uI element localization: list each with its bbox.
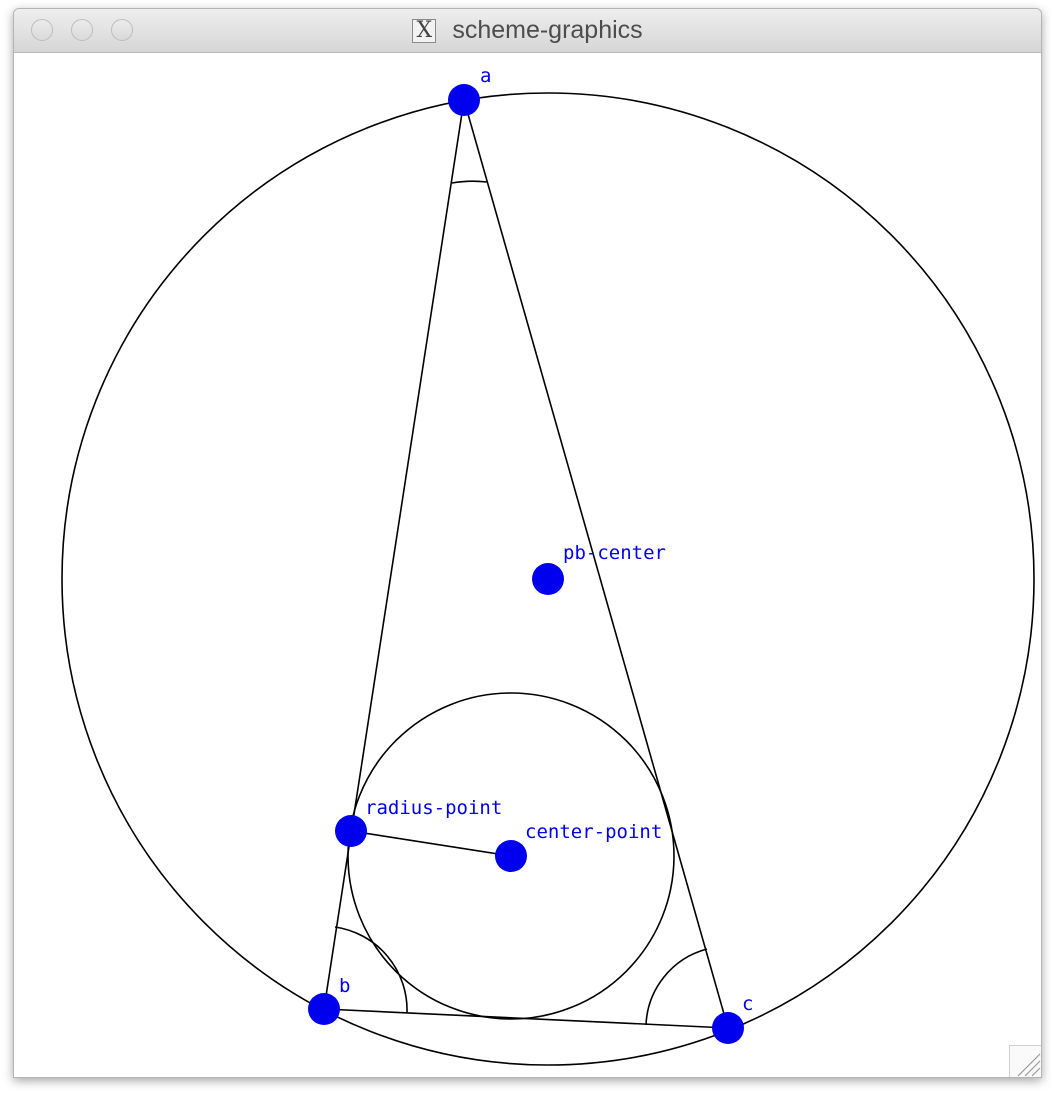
angle-arc-c (645, 948, 708, 1026)
graphics-canvas[interactable]: a b c pb-center radius-point center-poin… (14, 53, 1041, 1077)
window-title: scheme-graphics (452, 16, 643, 44)
point-pb-center[interactable] (532, 563, 564, 595)
side-ab (323, 99, 465, 1010)
radius-segment (350, 830, 512, 857)
label-center-point: center-point (525, 821, 662, 843)
point-radius-point[interactable] (335, 815, 367, 847)
label-b: b (339, 975, 350, 997)
title-area: X scheme-graphics (14, 9, 1041, 52)
scheme-graphics-window: X scheme-graphics a b c pb-center radius… (13, 8, 1042, 1078)
point-c[interactable] (712, 1012, 744, 1044)
side-bc (323, 1008, 729, 1029)
x11-icon: X (412, 18, 437, 43)
label-radius-point: radius-point (365, 797, 502, 819)
point-a[interactable] (448, 84, 480, 116)
point-b[interactable] (308, 993, 340, 1025)
label-pb-center: pb-center (563, 542, 666, 564)
label-c: c (742, 993, 753, 1015)
title-bar[interactable]: X scheme-graphics (14, 9, 1041, 53)
angle-arc-a (451, 180, 488, 184)
point-center-point[interactable] (495, 840, 527, 872)
side-ac (463, 99, 729, 1029)
resize-grip-icon[interactable] (1009, 1045, 1041, 1077)
label-a: a (480, 65, 491, 87)
